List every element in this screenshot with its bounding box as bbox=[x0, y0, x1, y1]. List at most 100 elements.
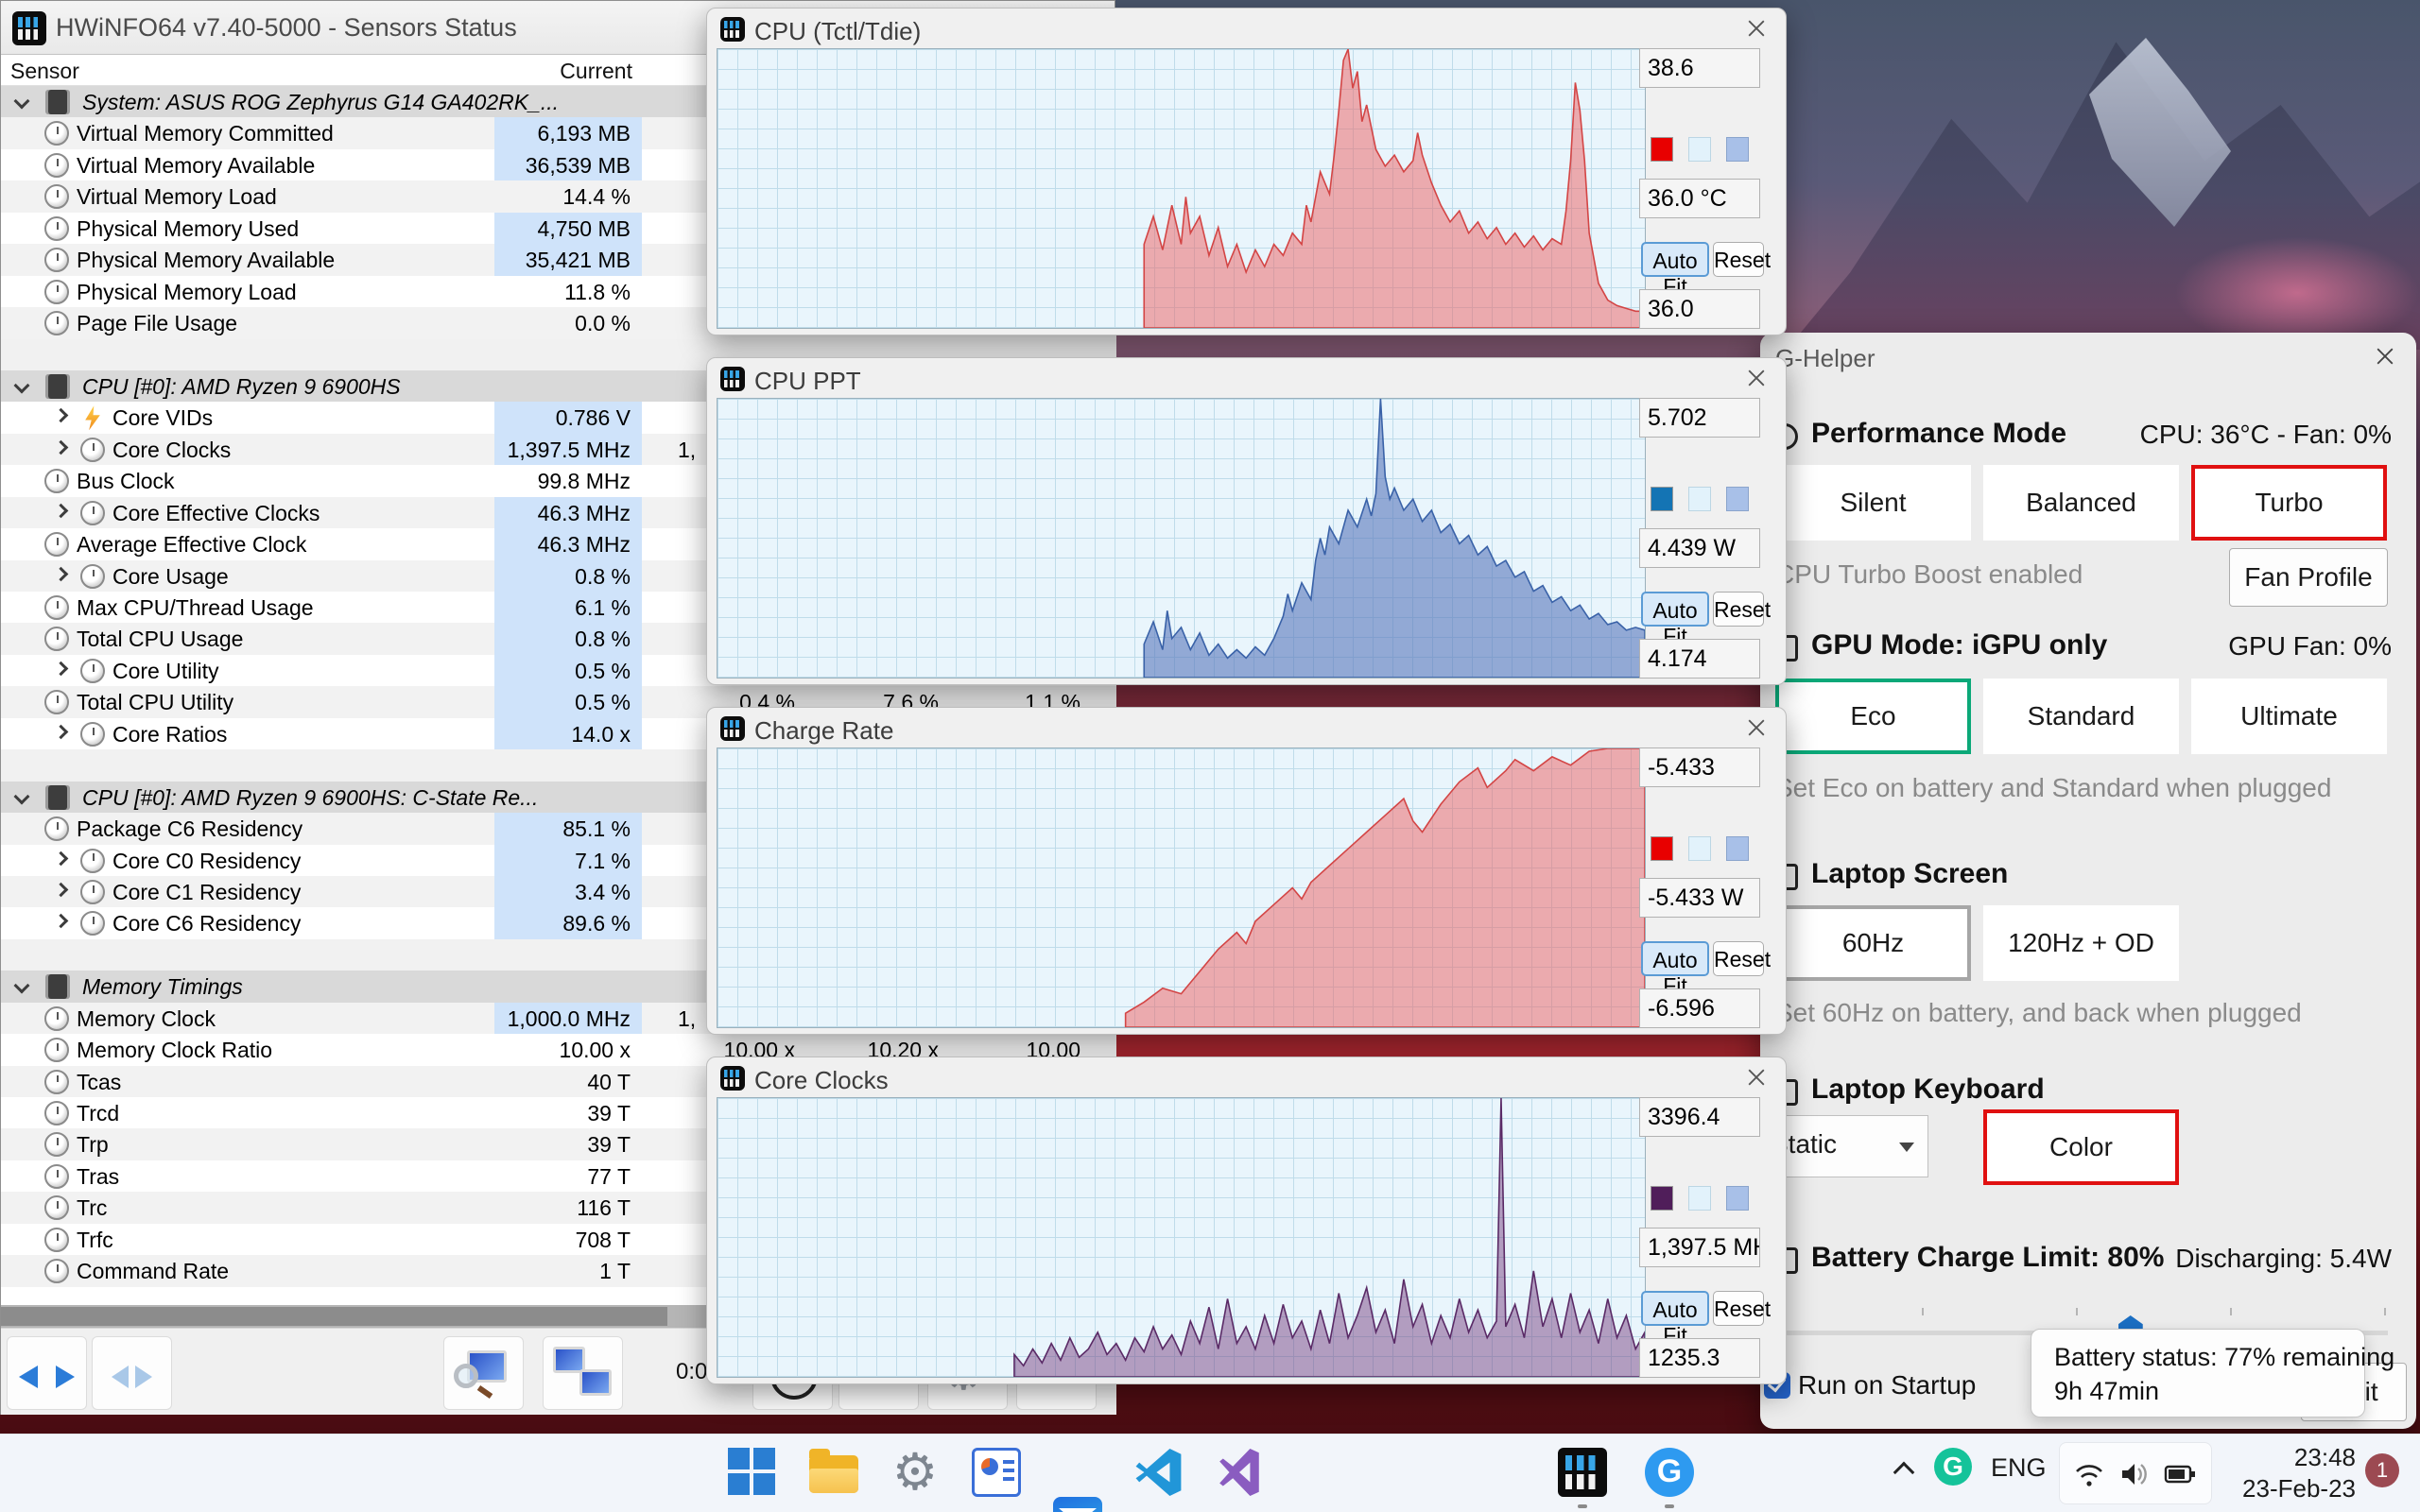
sensor-label: Command Rate bbox=[77, 1259, 230, 1284]
ultimate-button[interactable]: Ultimate bbox=[2191, 679, 2387, 754]
chevron-right-icon[interactable] bbox=[53, 503, 69, 518]
standard-button[interactable]: Standard bbox=[1983, 679, 2179, 754]
auto-fit-button[interactable]: Auto Fit bbox=[1641, 592, 1709, 648]
graph-window-core-clocks[interactable]: Core Clocks 3396.4 1,397.5 MHz Auto Fit … bbox=[706, 1057, 1787, 1384]
auto-fit-button[interactable]: Auto Fit bbox=[1641, 941, 1709, 998]
grid-color-swatch[interactable] bbox=[1726, 1186, 1749, 1211]
chevron-right-icon[interactable] bbox=[53, 882, 69, 898]
balanced-button[interactable]: Balanced bbox=[1983, 465, 2179, 541]
settings-icon[interactable] bbox=[890, 1448, 940, 1497]
vs-code-icon[interactable] bbox=[1134, 1448, 1184, 1497]
chevron-down-icon[interactable] bbox=[13, 377, 30, 394]
language-indicator[interactable]: ENG bbox=[1991, 1453, 2047, 1483]
chevron-right-icon[interactable] bbox=[53, 914, 69, 929]
background-color-swatch[interactable] bbox=[1688, 1186, 1711, 1211]
turbo-button[interactable]: Turbo bbox=[2191, 465, 2387, 541]
reset-button[interactable]: Reset bbox=[1713, 1291, 1771, 1326]
close-icon[interactable] bbox=[1744, 16, 1769, 41]
collapse-columns-button[interactable] bbox=[92, 1336, 172, 1410]
tray-chevron-up-icon[interactable] bbox=[1893, 1461, 1915, 1484]
series-color-swatch[interactable] bbox=[1651, 1186, 1673, 1211]
graph-window-cpu-ppt[interactable]: CPU PPT 5.702 4.439 W Auto Fit Reset 4.1… bbox=[706, 357, 1787, 685]
auto-fit-button[interactable]: Auto Fit bbox=[1641, 242, 1709, 299]
sensor-current-value: 39 T bbox=[587, 1101, 631, 1125]
tooltip-line-1: Battery status: 77% remaining bbox=[2054, 1343, 2395, 1371]
background-color-swatch[interactable] bbox=[1688, 836, 1711, 861]
g-helper-title: G-Helper bbox=[1775, 344, 1876, 372]
sensor-label: Physical Memory Load bbox=[77, 279, 297, 304]
remote-monitor-button[interactable] bbox=[543, 1336, 623, 1410]
close-icon[interactable] bbox=[1744, 715, 1769, 740]
grid-color-swatch[interactable] bbox=[1726, 487, 1749, 511]
chevron-right-icon[interactable] bbox=[53, 439, 69, 455]
sensor-icon bbox=[80, 911, 105, 936]
start-button[interactable] bbox=[728, 1448, 775, 1495]
reset-button[interactable]: Reset bbox=[1713, 941, 1771, 976]
graph-title: Charge Rate bbox=[754, 716, 894, 745]
tray-date: 23-Feb-23 bbox=[2242, 1474, 2356, 1503]
mail-icon[interactable] bbox=[1053, 1497, 1102, 1512]
close-icon[interactable] bbox=[1744, 1065, 1769, 1090]
grid-color-swatch[interactable] bbox=[1726, 836, 1749, 861]
system-monitor-icon[interactable] bbox=[972, 1448, 1021, 1497]
auto-fit-button[interactable]: Auto Fit bbox=[1641, 1291, 1709, 1348]
expand-columns-button[interactable] bbox=[7, 1336, 87, 1410]
sensor-current-value: 6,193 MB bbox=[494, 117, 642, 149]
window-title: HWiNFO64 v7.40-5000 - Sensors Status bbox=[56, 13, 517, 42]
visual-studio-icon[interactable] bbox=[1216, 1448, 1265, 1497]
sensor-label: Core C1 Residency bbox=[112, 879, 302, 904]
reset-button[interactable]: Reset bbox=[1713, 592, 1771, 627]
silent-button[interactable]: Silent bbox=[1775, 465, 1971, 541]
column-header-current[interactable]: Current bbox=[519, 59, 632, 84]
series-color-swatch[interactable] bbox=[1651, 836, 1673, 861]
sensor-current-value: 0.0 % bbox=[575, 311, 631, 336]
reset-button[interactable]: Reset bbox=[1713, 242, 1771, 277]
fan-profile-button[interactable]: Fan Profile bbox=[2229, 548, 2388, 607]
chevron-right-icon[interactable] bbox=[53, 661, 69, 677]
tray-quick-settings[interactable] bbox=[2059, 1442, 2212, 1504]
sensor-label: Core Ratios bbox=[112, 721, 228, 747]
gpu-note: Set Eco on battery and Standard when plu… bbox=[1775, 773, 2332, 802]
chevron-down-icon[interactable] bbox=[13, 93, 30, 110]
graph-plot-area bbox=[717, 1097, 1646, 1378]
graph-series bbox=[717, 399, 1645, 678]
refresh-60hz-button[interactable]: 60Hz bbox=[1775, 905, 1971, 981]
sensor-label: Trfc bbox=[77, 1227, 113, 1252]
grammarly-tray-icon[interactable] bbox=[1934, 1448, 1972, 1486]
notification-badge[interactable]: 1 bbox=[2365, 1453, 2399, 1487]
refresh-120hz-button[interactable]: 120Hz + OD bbox=[1983, 905, 2179, 981]
series-color-swatch[interactable] bbox=[1651, 137, 1673, 162]
sensor-label: Virtual Memory Committed bbox=[77, 121, 334, 146]
tray-clock[interactable]: 23:48 23-Feb-23 bbox=[2223, 1442, 2356, 1504]
hwinfo-icon bbox=[720, 17, 745, 42]
g-helper-taskbar-icon[interactable] bbox=[1645, 1448, 1694, 1497]
hwinfo-taskbar-icon[interactable] bbox=[1558, 1448, 1607, 1497]
graph-title: CPU (Tctl/Tdie) bbox=[754, 17, 922, 45]
chevron-right-icon[interactable] bbox=[53, 724, 69, 740]
horizontal-scrollbar-thumb[interactable] bbox=[1, 1307, 667, 1326]
chevron-right-icon[interactable] bbox=[53, 850, 69, 866]
file-explorer-icon[interactable] bbox=[809, 1448, 858, 1497]
grid-color-swatch[interactable] bbox=[1726, 137, 1749, 162]
chevron-down-icon[interactable] bbox=[13, 788, 30, 805]
chevron-down-icon[interactable] bbox=[13, 977, 30, 994]
background-color-swatch[interactable] bbox=[1688, 137, 1711, 162]
chevron-right-icon[interactable] bbox=[53, 408, 69, 423]
series-color-swatch[interactable] bbox=[1651, 487, 1673, 511]
close-icon[interactable] bbox=[2373, 344, 2397, 369]
graph-title: Core Clocks bbox=[754, 1066, 889, 1094]
folder-icon bbox=[809, 1449, 858, 1493]
sensor-label: Core Utility bbox=[112, 658, 219, 683]
close-icon[interactable] bbox=[1744, 366, 1769, 390]
color-button[interactable]: Color bbox=[1983, 1109, 2179, 1185]
graph-window-charge-rate[interactable]: Charge Rate -5.433 -5.433 W Auto Fit Res… bbox=[706, 707, 1787, 1035]
chevron-right-icon[interactable] bbox=[53, 566, 69, 581]
sensor-current-value: 11.8 % bbox=[564, 279, 631, 304]
system-summary-button[interactable] bbox=[443, 1336, 524, 1410]
sensor-current-value: 7.1 % bbox=[494, 844, 642, 876]
graph-window-cpu-tctl[interactable]: CPU (Tctl/Tdie) 38.6 36.0 °C Auto Fit Re… bbox=[706, 8, 1787, 335]
eco-button[interactable]: Eco bbox=[1775, 679, 1971, 754]
sensor-current-value: 0.8 % bbox=[494, 559, 642, 592]
column-header-sensor[interactable]: Sensor bbox=[10, 59, 79, 84]
background-color-swatch[interactable] bbox=[1688, 487, 1711, 511]
